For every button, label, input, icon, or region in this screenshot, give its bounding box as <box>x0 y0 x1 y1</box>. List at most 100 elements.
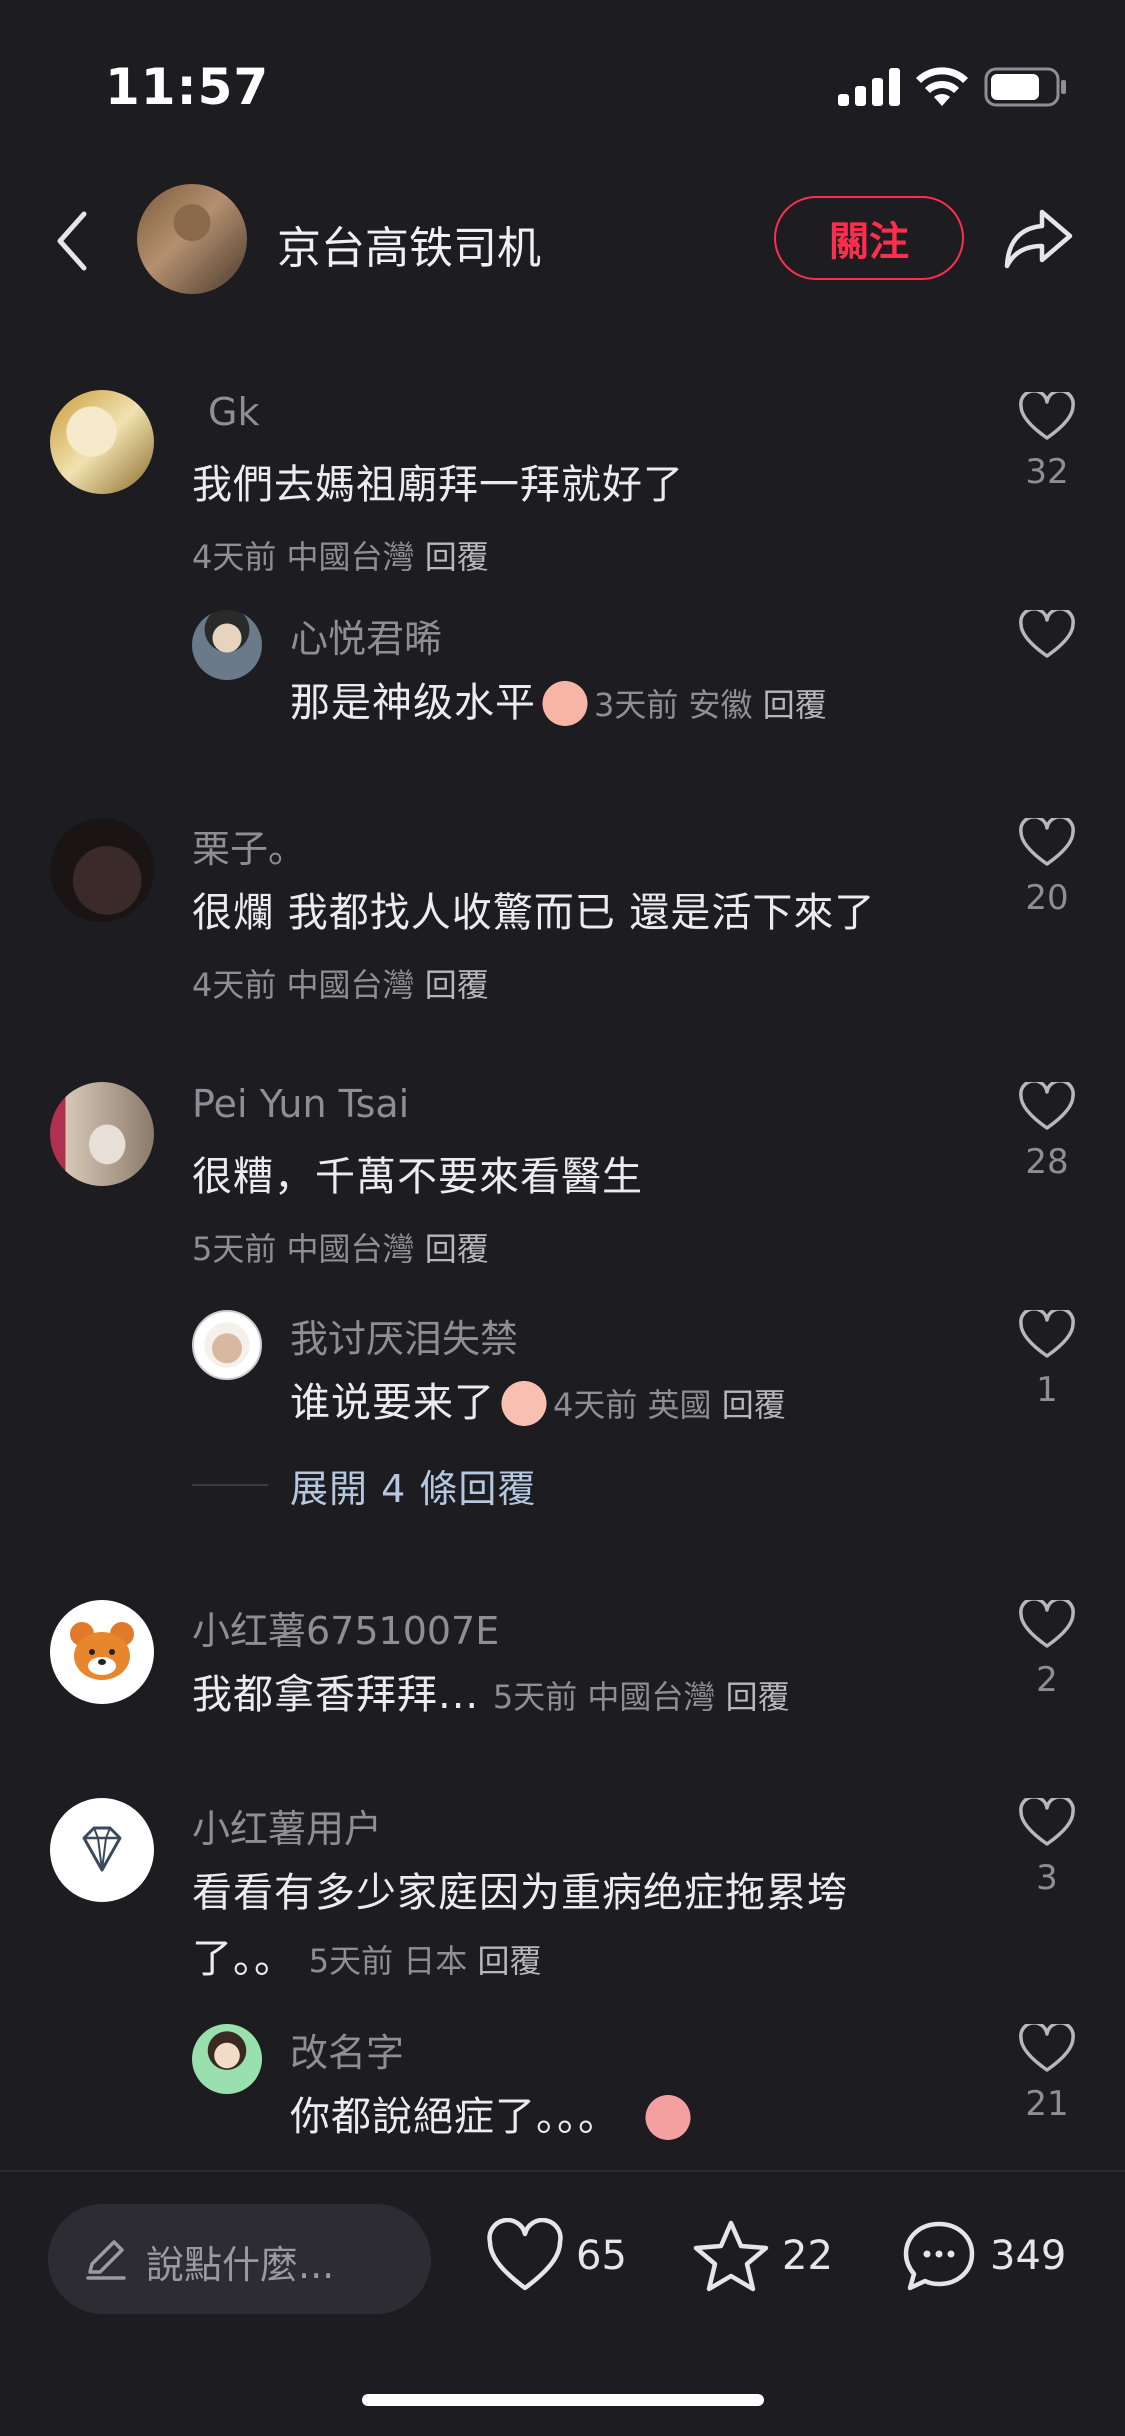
like-button[interactable]: 2 <box>1010 1600 1084 1700</box>
like-button[interactable]: 1 <box>1010 1310 1084 1410</box>
comment-text[interactable]: 我們去媽祖廟拜一拜就好了 <box>192 452 684 510</box>
heart-icon <box>1019 392 1075 440</box>
comment-author[interactable]: Pei Yun Tsai <box>192 1082 409 1126</box>
like-button[interactable]: 3 <box>1010 1798 1084 1898</box>
laughing-emoji-icon <box>540 676 590 726</box>
avatar[interactable] <box>50 390 154 494</box>
comment-time: 5天前 <box>308 1942 394 1980</box>
avatar[interactable] <box>50 1082 154 1186</box>
status-time: 11:57 <box>105 58 270 116</box>
battery-icon <box>984 67 1066 107</box>
comment-list: Gk 我們去媽祖廟拜一拜就好了 4天前 中國台灣 回覆 32 心悦君晞 那是神级… <box>0 360 1125 2170</box>
reply-button[interactable]: 回覆 <box>477 1942 541 1980</box>
pencil-icon <box>86 2240 126 2280</box>
comment-location: 日本 <box>403 1942 468 1980</box>
heart-icon <box>487 2218 563 2291</box>
comment-meta: 5天前 中國台灣 回覆 <box>192 1224 489 1270</box>
like-count: 1 <box>1036 1370 1058 1410</box>
comment-input-placeholder: 說點什麼... <box>146 2243 335 2287</box>
home-indicator[interactable] <box>362 2394 764 2406</box>
like-count: 28 <box>1025 1142 1069 1182</box>
like-post-button[interactable]: 65 <box>486 2216 627 2296</box>
avatar[interactable] <box>192 610 262 680</box>
comment-time: 5天前 <box>192 1230 277 1268</box>
heart-icon <box>1019 1600 1075 1648</box>
comment-author[interactable]: 栗子。 <box>192 818 306 873</box>
header: 京台高铁司机 關注 <box>0 170 1125 310</box>
follow-button[interactable]: 關注 <box>774 196 964 280</box>
heart-icon <box>1019 1082 1075 1130</box>
reply-button[interactable]: 回覆 <box>722 1386 786 1424</box>
comment-location: 中國台灣 <box>286 538 415 576</box>
reply-button[interactable]: 回覆 <box>763 686 827 724</box>
diamond-avatar-icon <box>82 1826 122 1872</box>
comment-input[interactable]: 說點什麼... <box>48 2204 431 2314</box>
comment-location: 中國台灣 <box>286 966 415 1004</box>
heart-icon <box>1019 610 1075 658</box>
comment-location: 中國台灣 <box>587 1678 716 1716</box>
comment-text[interactable]: 看看有多少家庭因为重病绝症拖累垮 <box>192 1860 848 1918</box>
heart-icon <box>1019 818 1075 866</box>
like-button[interactable]: 28 <box>1010 1082 1084 1182</box>
comment-text[interactable]: 谁说要来了 4天前 英國 回覆 <box>290 1370 786 1430</box>
author-avatar[interactable] <box>137 184 247 294</box>
reply-button[interactable]: 回覆 <box>425 538 489 576</box>
comment-text[interactable]: 那是神级水平 3天前 安徽 回覆 <box>290 670 827 730</box>
comment-time: 3天前 <box>594 686 679 724</box>
comment-icon <box>903 2221 975 2291</box>
comment-text[interactable]: 你都說絕症了。。。 <box>290 2084 697 2144</box>
comment-location: 中國台灣 <box>286 1230 415 1268</box>
comments-button[interactable]: 349 <box>900 2216 1066 2296</box>
avatar[interactable] <box>50 1798 154 1902</box>
like-button[interactable] <box>1010 610 1084 660</box>
avatar[interactable] <box>192 2024 262 2094</box>
like-count: 32 <box>1025 452 1069 492</box>
reply-button[interactable]: 回覆 <box>425 966 489 1004</box>
author-name[interactable]: 京台高铁司机 <box>277 212 541 276</box>
heart-icon <box>1019 2024 1075 2072</box>
comment-text[interactable]: 很爛 我都找人收驚而已 還是活下來了 <box>192 880 875 938</box>
comment-time: 5天前 <box>492 1678 578 1716</box>
comment-time: 4天前 <box>553 1386 638 1424</box>
reply-button[interactable]: 回覆 <box>425 1230 489 1268</box>
sad-emoji-icon <box>643 2090 693 2140</box>
comment-author[interactable]: 心悦君晞 <box>290 608 442 663</box>
comment-text[interactable]: 很糟，千萬不要來看醫生 <box>192 1144 643 1202</box>
status-bar: 11:57 <box>0 0 1125 150</box>
like-count: 2 <box>1036 1660 1058 1700</box>
bear-avatar-icon <box>70 1622 134 1680</box>
comment-text-continued[interactable]: 了。。 5天前 日本 回覆 <box>192 1926 541 1984</box>
comment-author[interactable]: 我讨厌泪失禁 <box>290 1308 518 1363</box>
back-icon[interactable] <box>48 206 98 276</box>
reply-button[interactable]: 回覆 <box>726 1678 790 1716</box>
comment-location: 安徽 <box>688 686 753 724</box>
avatar[interactable] <box>50 1600 154 1704</box>
like-count: 3 <box>1036 1858 1058 1898</box>
wifi-icon <box>916 67 968 106</box>
comment-author[interactable]: 小红薯用户 <box>192 1798 382 1853</box>
comment-author[interactable]: 小红薯6751007E <box>192 1600 499 1655</box>
comment-meta: 4天前 中國台灣 回覆 <box>192 960 489 1006</box>
like-button[interactable]: 20 <box>1010 818 1084 918</box>
crying-emoji-icon <box>499 1376 549 1426</box>
star-icon <box>693 2220 769 2292</box>
like-button[interactable]: 32 <box>1010 392 1084 492</box>
star-count: 22 <box>782 2233 833 2279</box>
comment-time: 4天前 <box>192 966 277 1004</box>
comment-count: 349 <box>990 2233 1067 2279</box>
heart-icon <box>1019 1798 1075 1846</box>
expand-replies-button[interactable]: 展開 4 條回覆 <box>290 1458 536 1513</box>
like-count: 21 <box>1025 2084 1069 2124</box>
comment-author[interactable]: Gk <box>208 390 259 434</box>
avatar[interactable] <box>192 1310 262 1380</box>
share-icon[interactable] <box>1002 204 1076 274</box>
heart-icon <box>1019 1310 1075 1358</box>
comment-location: 英國 <box>647 1386 712 1424</box>
like-button[interactable]: 21 <box>1010 2024 1084 2124</box>
like-count: 65 <box>576 2233 627 2279</box>
favorite-button[interactable]: 22 <box>692 2216 833 2296</box>
comment-author[interactable]: 改名字 <box>290 2022 404 2077</box>
comment-text[interactable]: 我都拿香拜拜... 5天前 中國台灣 回覆 <box>192 1662 790 1720</box>
avatar[interactable] <box>50 818 154 922</box>
comment-time: 4天前 <box>192 538 277 576</box>
